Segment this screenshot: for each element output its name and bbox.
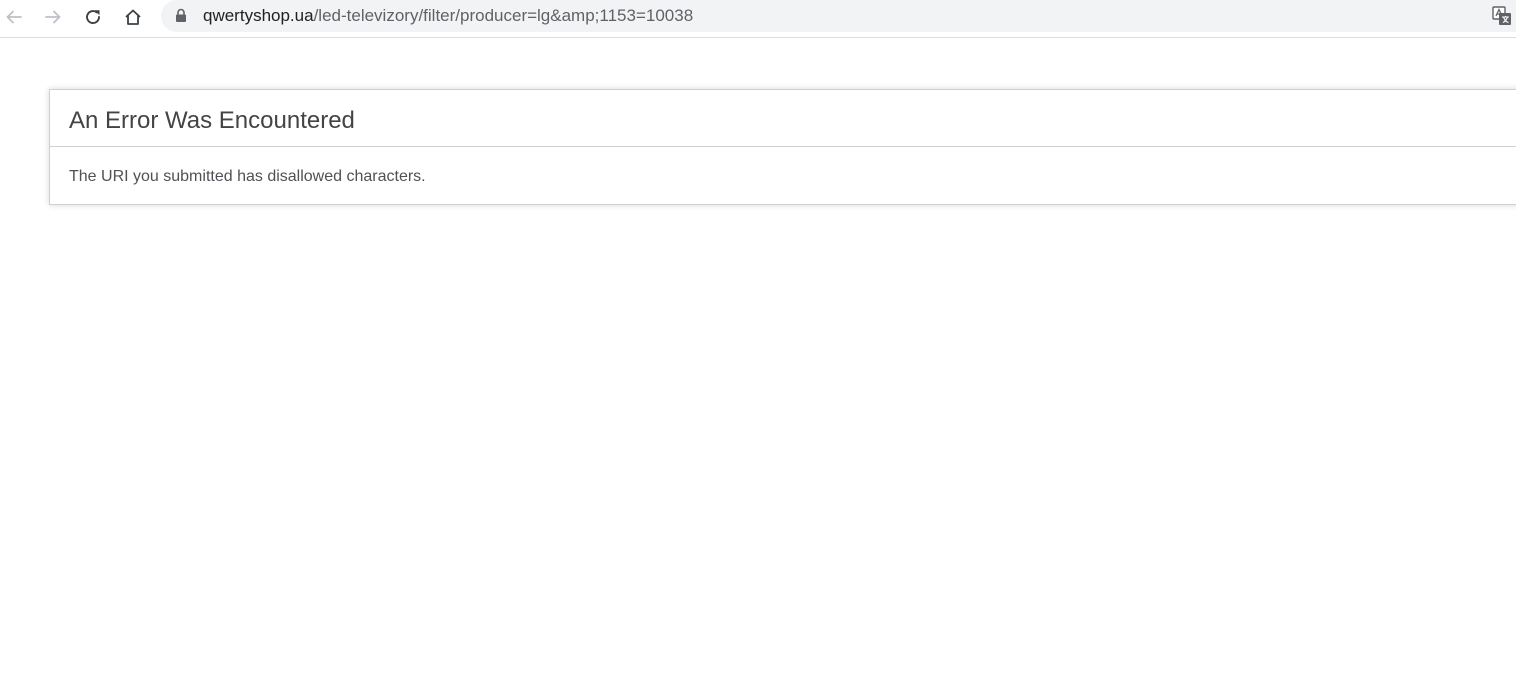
address-bar[interactable]: qwertyshop.ua/led-televizory/filter/prod… <box>161 0 1516 32</box>
error-message: The URI you submitted has disallowed cha… <box>69 168 426 185</box>
url-path: /led-televizory/filter/producer=lg&amp;1… <box>313 6 694 25</box>
error-title: An Error Was Encountered <box>69 107 355 134</box>
home-icon <box>125 9 141 25</box>
browser-toolbar: qwertyshop.ua/led-televizory/filter/prod… <box>0 0 1516 38</box>
error-divider <box>50 146 1516 147</box>
reload-button[interactable] <box>79 3 107 31</box>
forward-arrow-icon <box>45 10 61 24</box>
url-host: qwertyshop.ua <box>203 6 314 25</box>
error-container: An Error Was Encountered The URI you sub… <box>49 89 1516 205</box>
back-arrow-icon <box>6 10 22 24</box>
translate-icon[interactable] <box>1492 6 1512 31</box>
url-text[interactable]: qwertyshop.ua/led-televizory/filter/prod… <box>203 6 693 26</box>
reload-icon <box>86 10 100 24</box>
forward-button[interactable] <box>39 3 67 31</box>
lock-icon[interactable] <box>175 8 187 28</box>
back-button[interactable] <box>0 3 28 31</box>
home-button[interactable] <box>119 3 147 31</box>
